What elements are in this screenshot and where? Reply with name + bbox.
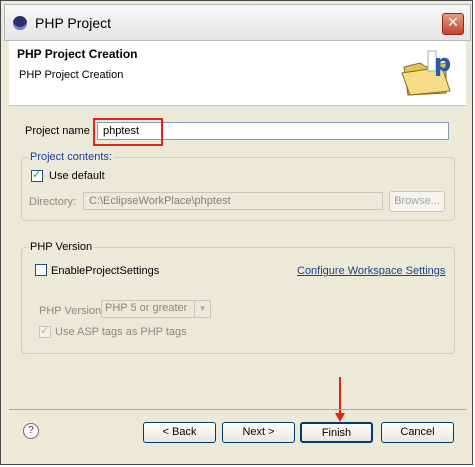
php-version-value: PHP 5 or greater: [105, 302, 188, 314]
cancel-button[interactable]: Cancel: [381, 422, 454, 443]
enable-project-settings-label: EnableProjectSettings: [51, 265, 160, 277]
php-version-legend: PHP Version: [28, 241, 95, 253]
use-default-label: Use default: [49, 170, 105, 182]
close-button[interactable]: ✕: [442, 13, 464, 35]
enable-project-settings-checkbox[interactable]: [35, 264, 47, 276]
highlight-box: [93, 118, 163, 146]
dialog-window: PHP Project ✕ PHP Project Creation PHP P…: [0, 0, 473, 465]
eclipse-icon: [13, 16, 27, 30]
configure-workspace-settings-link[interactable]: Configure Workspace Settings: [297, 265, 445, 277]
asp-tags-label: Use ASP tags as PHP tags: [55, 326, 187, 338]
php-folder-icon: p: [398, 45, 458, 99]
next-button[interactable]: Next >: [222, 422, 295, 443]
directory-input[interactable]: C:\EclipseWorkPlace\phptest: [83, 192, 383, 210]
asp-tags-checkbox[interactable]: [39, 324, 51, 338]
button-bar-separator: [9, 409, 466, 410]
annotation-arrow-head: [335, 413, 345, 422]
chevron-down-icon: ▼: [194, 301, 210, 317]
svg-text:p: p: [434, 49, 451, 77]
directory-label: Directory:: [29, 196, 77, 208]
php-version-label: PHP Version:: [39, 305, 105, 317]
project-name-label: Project name: [25, 125, 90, 137]
wizard-description: PHP Project Creation: [19, 69, 124, 81]
help-icon[interactable]: ?: [23, 423, 39, 439]
finish-button[interactable]: Finish: [300, 422, 373, 443]
wizard-title: PHP Project Creation: [17, 47, 138, 61]
wizard-header: PHP Project Creation PHP Project Creatio…: [9, 41, 466, 106]
close-icon: ✕: [447, 15, 459, 31]
project-contents-legend: Project contents:: [28, 151, 114, 163]
use-default-checkbox[interactable]: [31, 168, 43, 182]
browse-button[interactable]: Browse...: [389, 191, 445, 212]
title-bar: PHP Project ✕: [4, 4, 471, 41]
back-button[interactable]: < Back: [143, 422, 216, 443]
window-title: PHP Project: [35, 15, 111, 31]
php-version-select[interactable]: PHP 5 or greater ▼: [101, 300, 211, 318]
